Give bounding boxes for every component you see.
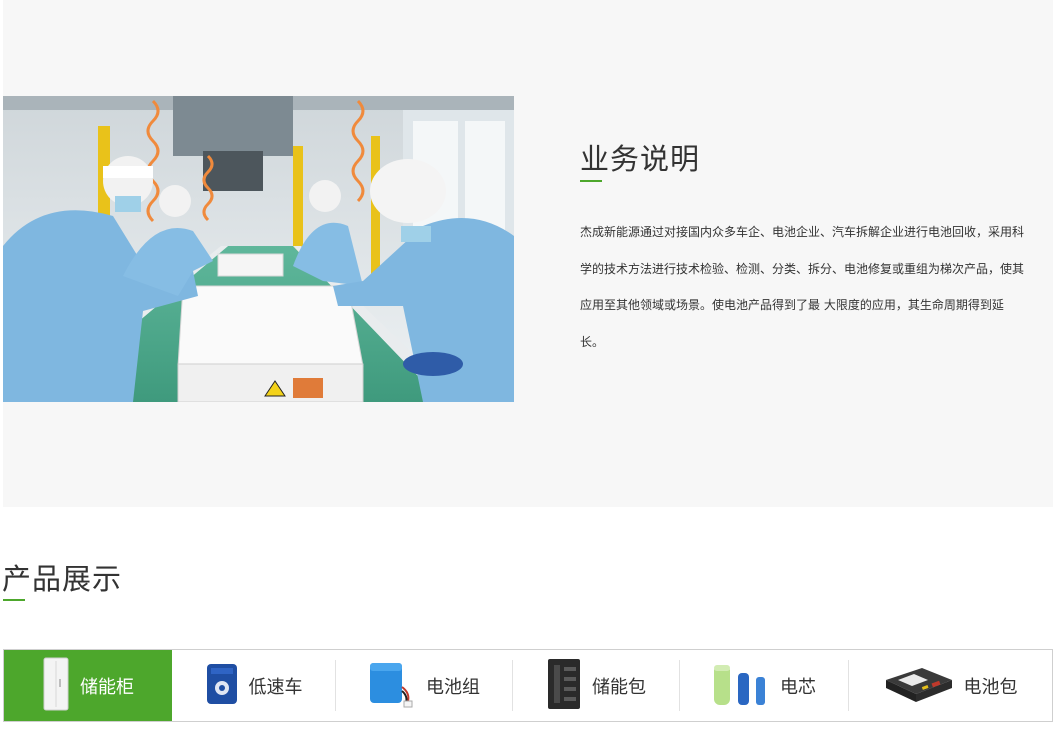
tab-label: 电池包 [963,676,1018,698]
factory-workers-photo [3,96,514,402]
tab-low-speed-vehicle[interactable]: 低速车 [172,650,335,721]
products-title: 产品展示 [2,562,123,596]
tab-storage-cabinet[interactable]: 储能柜 [4,650,172,721]
tab-ev-battery-pack[interactable]: 电池包 [849,650,1050,721]
tab-label: 储能包 [592,676,646,698]
tab-label: 储能柜 [80,676,134,698]
tab-label: 电芯 [780,676,816,698]
tab-battery-pack[interactable]: 电池组 [336,650,512,721]
products-title-underline [3,599,25,601]
storage-cabinet-icon [42,657,70,715]
business-title: 业务说明 [580,142,701,176]
tab-label: 电池组 [426,676,480,698]
business-title-underline [580,180,602,182]
business-description: 杰成新能源通过对接国内众多车企、电池企业、汽车拆解企业进行电池回收，采用科学的技… [580,225,1025,349]
tab-label: 低速车 [248,676,303,698]
business-section: 业务说明 杰成新能源通过对接国内众多车企、电池企业、汽车拆解企业进行电池回收，采… [3,0,1053,507]
battery-pack-icon [368,657,416,715]
low-speed-vehicle-battery-icon [205,662,239,710]
tab-battery-cell[interactable]: 电芯 [680,650,848,721]
ev-battery-pack-icon [882,662,954,710]
storage-pack-icon [546,657,582,715]
factory-photo-illustration [3,96,514,402]
tab-storage-pack[interactable]: 储能包 [513,650,679,721]
battery-cell-icon [712,659,770,713]
product-category-tabs: 储能柜 低速车 电池组 储能包 电芯 电池包 [3,649,1053,722]
